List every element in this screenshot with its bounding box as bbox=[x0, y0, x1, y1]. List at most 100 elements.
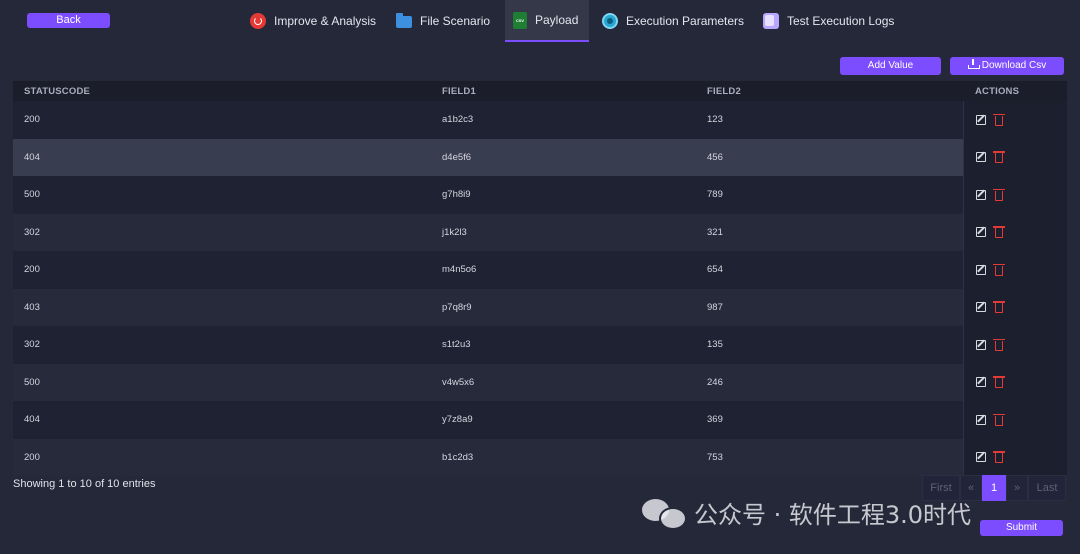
cell-statuscode: 302 bbox=[24, 226, 40, 238]
watermark: 公众号 · 软件工程3.0时代 bbox=[642, 496, 972, 530]
edit-icon[interactable] bbox=[976, 302, 986, 313]
cell-field2: 654 bbox=[707, 264, 723, 276]
column-header-actions: ACTIONS bbox=[975, 85, 1020, 97]
edit-icon[interactable] bbox=[976, 264, 986, 275]
cell-field1: s1t2u3 bbox=[442, 339, 471, 351]
top-nav: Back Improve & Analysis File Scenario CS… bbox=[0, 0, 1080, 42]
tab-label: Test Execution Logs bbox=[787, 14, 895, 28]
row-actions bbox=[963, 101, 1067, 139]
download-icon bbox=[967, 59, 980, 69]
edit-icon[interactable] bbox=[976, 377, 986, 388]
trash-icon[interactable] bbox=[993, 226, 1005, 239]
cell-field1: d4e5f6 bbox=[442, 151, 472, 163]
edit-icon[interactable] bbox=[976, 114, 986, 125]
trash-icon[interactable] bbox=[993, 263, 1005, 276]
table-row[interactable]: 404 y7z8a9 369 bbox=[13, 401, 1067, 439]
cell-field2: 123 bbox=[707, 114, 723, 126]
table-row[interactable]: 200 m4n5o6 654 bbox=[13, 251, 1067, 289]
table-row[interactable]: 404 d4e5f6 456 bbox=[13, 138, 1067, 176]
tab-execution-parameters[interactable]: Execution Parameters bbox=[602, 0, 744, 42]
trash-icon[interactable] bbox=[993, 301, 1005, 314]
tab-label: Execution Parameters bbox=[626, 14, 745, 28]
table-row[interactable]: 403 p7q8r9 987 bbox=[13, 288, 1067, 326]
tab-test-execution-logs[interactable]: Test Execution Logs bbox=[763, 0, 894, 42]
cell-field1: b1c2d3 bbox=[442, 451, 474, 463]
cell-statuscode: 200 bbox=[24, 451, 40, 463]
table-header: STATUSCODE FIELD1 FIELD2 ACTIONS bbox=[13, 81, 1067, 101]
column-header-field2[interactable]: FIELD2 bbox=[707, 81, 963, 101]
edit-icon[interactable] bbox=[976, 339, 986, 350]
cell-field1: y7z8a9 bbox=[442, 414, 473, 426]
logs-icon bbox=[763, 13, 779, 29]
trash-icon[interactable] bbox=[993, 151, 1005, 164]
cell-field2: 753 bbox=[707, 451, 723, 463]
row-actions bbox=[963, 363, 1067, 401]
row-actions bbox=[963, 401, 1067, 439]
csv-file-icon: CSV bbox=[513, 11, 527, 29]
pagination-page-current[interactable]: 1 bbox=[982, 475, 1006, 501]
improve-icon bbox=[250, 13, 266, 29]
edit-icon[interactable] bbox=[976, 452, 986, 463]
trash-icon[interactable] bbox=[993, 413, 1005, 426]
page: Back Improve & Analysis File Scenario CS… bbox=[0, 0, 1080, 554]
edit-icon[interactable] bbox=[976, 152, 986, 163]
column-header-statuscode[interactable]: STATUSCODE bbox=[13, 81, 442, 101]
cell-field1: g7h8i9 bbox=[442, 189, 471, 201]
cell-statuscode: 404 bbox=[24, 414, 40, 426]
cell-field2: 456 bbox=[707, 151, 723, 163]
row-actions bbox=[963, 438, 1067, 476]
row-actions bbox=[963, 176, 1067, 214]
download-csv-button[interactable]: Download Csv bbox=[950, 57, 1064, 75]
cell-field1: j1k2l3 bbox=[442, 226, 467, 238]
edit-icon[interactable] bbox=[976, 189, 986, 200]
cell-field2: 246 bbox=[707, 376, 723, 388]
column-header-field1[interactable]: FIELD1 bbox=[442, 81, 707, 101]
table-row[interactable]: 200 b1c2d3 753 bbox=[13, 438, 1067, 476]
submit-button[interactable]: Submit bbox=[980, 520, 1063, 536]
cell-field2: 789 bbox=[707, 189, 723, 201]
trash-icon[interactable] bbox=[993, 451, 1005, 464]
add-value-button[interactable]: Add Value bbox=[840, 57, 941, 75]
row-actions bbox=[963, 251, 1067, 289]
trash-icon[interactable] bbox=[993, 338, 1005, 351]
cell-field1: p7q8r9 bbox=[442, 301, 472, 313]
cell-field1: v4w5x6 bbox=[442, 376, 475, 388]
back-button[interactable]: Back bbox=[27, 13, 110, 28]
cell-statuscode: 200 bbox=[24, 114, 40, 126]
trash-icon[interactable] bbox=[993, 188, 1005, 201]
folder-icon bbox=[396, 13, 412, 28]
table-row[interactable]: 200 a1b2c3 123 bbox=[13, 101, 1067, 139]
wechat-logo-icon bbox=[642, 497, 687, 530]
entries-info: Showing 1 to 10 of 10 entries bbox=[13, 478, 156, 490]
row-actions bbox=[963, 213, 1067, 251]
table-row[interactable]: 302 j1k2l3 321 bbox=[13, 213, 1067, 251]
table-row[interactable]: 302 s1t2u3 135 bbox=[13, 326, 1067, 364]
cell-statuscode: 200 bbox=[24, 264, 40, 276]
cell-field2: 135 bbox=[707, 339, 723, 351]
pagination-next[interactable]: » bbox=[1006, 475, 1028, 501]
trash-icon[interactable] bbox=[993, 113, 1005, 126]
tab-payload[interactable]: CSV Payload bbox=[505, 0, 589, 42]
cell-statuscode: 404 bbox=[24, 151, 40, 163]
tab-improve-analysis[interactable]: Improve & Analysis bbox=[250, 0, 376, 42]
table-row[interactable]: 500 v4w5x6 246 bbox=[13, 363, 1067, 401]
edit-icon[interactable] bbox=[976, 227, 986, 238]
pagination-last[interactable]: Last bbox=[1028, 475, 1066, 501]
cell-statuscode: 302 bbox=[24, 339, 40, 351]
cell-statuscode: 500 bbox=[24, 376, 40, 388]
tab-label: Improve & Analysis bbox=[274, 14, 377, 28]
download-csv-label: Download Csv bbox=[981, 60, 1047, 71]
watermark-text: 公众号 · 软件工程3.0时代 bbox=[694, 500, 972, 529]
cell-field2: 369 bbox=[707, 414, 723, 426]
tab-file-scenario[interactable]: File Scenario bbox=[396, 0, 490, 42]
cell-field2: 987 bbox=[707, 301, 723, 313]
cell-field2: 321 bbox=[707, 226, 723, 238]
row-actions bbox=[963, 326, 1067, 364]
cell-field1: m4n5o6 bbox=[442, 264, 477, 276]
row-actions bbox=[963, 288, 1067, 326]
trash-icon[interactable] bbox=[993, 376, 1005, 389]
edit-icon[interactable] bbox=[976, 414, 986, 425]
table-row[interactable]: 500 g7h8i9 789 bbox=[13, 176, 1067, 214]
tab-label: Payload bbox=[535, 13, 579, 27]
row-actions bbox=[963, 138, 1067, 176]
